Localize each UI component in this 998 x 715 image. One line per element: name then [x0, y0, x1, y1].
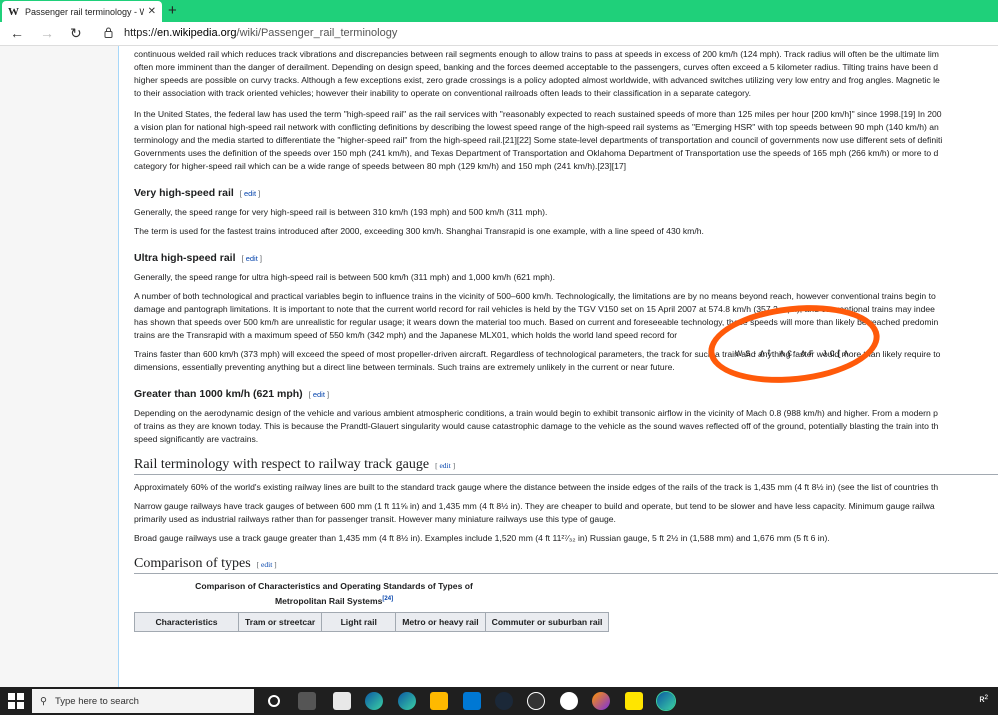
- heading-track-gauge: Rail terminology with respect to railway…: [134, 458, 998, 475]
- table-caption: Comparison of Characteristics and Operat…: [195, 581, 473, 606]
- heading-very-high-speed: Very high-speed rail[ edit ]: [134, 187, 261, 199]
- gt1000-paragraph: Depending on the aerodynamic design of t…: [134, 408, 939, 444]
- comparison-table: Characteristics Tram or streetcar Light …: [134, 611, 610, 632]
- article-body: continuous welded rail which reduces tra…: [118, 46, 998, 687]
- cortana-icon[interactable]: [268, 695, 280, 707]
- windows-start-icon[interactable]: [8, 693, 24, 709]
- heading-comparison: Comparison of types[ edit ]: [134, 557, 998, 574]
- tab-close-icon[interactable]: ✕: [148, 6, 156, 17]
- edit-link[interactable]: edit: [244, 189, 256, 198]
- tab-title: Passenger rail terminology - Wiki: [25, 6, 144, 17]
- back-arrow-icon[interactable]: ←: [10, 25, 24, 41]
- edit-link[interactable]: edit: [246, 254, 258, 263]
- handwritten-scrawl: ᴡꜱ·ᴧt ᴧɛ ᴧꜰ ᴊcʈᴧ: [735, 348, 852, 359]
- system-tray[interactable]: ʀ²: [979, 694, 988, 705]
- uhs-paragraph-2: A number of both technological and pract…: [134, 291, 939, 340]
- heading-ultra-high-speed: Ultra high-speed rail[ edit ]: [134, 252, 262, 264]
- intro-paragraph: continuous welded rail which reduces tra…: [134, 49, 940, 98]
- wikipedia-logo-icon: W: [8, 5, 19, 18]
- sticky-notes-icon[interactable]: [625, 692, 643, 710]
- refresh-icon[interactable]: ↻: [70, 25, 82, 42]
- url-field[interactable]: https://en.wikipedia.org/wiki/Passenger_…: [124, 27, 397, 39]
- forward-arrow-icon[interactable]: →: [40, 25, 54, 41]
- browser-tab-active[interactable]: W Passenger rail terminology - Wiki ✕: [2, 1, 162, 22]
- search-icon: ⚲: [40, 695, 47, 707]
- firefox-icon[interactable]: [592, 692, 610, 710]
- edit-link[interactable]: edit: [439, 461, 450, 470]
- lock-icon: [104, 27, 113, 38]
- gauge-paragraph-2: Narrow gauge railways have track gauges …: [134, 501, 935, 524]
- table-row: Characteristics Tram or streetcar Light …: [134, 611, 610, 632]
- edit-link[interactable]: edit: [261, 560, 272, 569]
- edge-dev-icon[interactable]: [398, 692, 416, 710]
- steam-icon[interactable]: [495, 692, 513, 710]
- browser-tab-bar: W Passenger rail terminology - Wiki ✕ +: [0, 0, 998, 22]
- us-paragraph: In the United States, the federal law ha…: [134, 109, 943, 171]
- file-explorer-icon[interactable]: [430, 692, 448, 710]
- app-icon[interactable]: [527, 692, 545, 710]
- page-viewport: continuous welded rail which reduces tra…: [0, 46, 998, 687]
- mail-icon[interactable]: [333, 692, 351, 710]
- edit-link[interactable]: edit: [313, 390, 325, 399]
- edge-icon[interactable]: [365, 692, 383, 710]
- edge-canary-icon[interactable]: [656, 691, 676, 711]
- taskbar-search-box[interactable]: ⚲ Type here to search: [32, 689, 254, 713]
- heading-greater-than-1000: Greater than 1000 km/h (621 mph)[ edit ]: [134, 388, 330, 400]
- uhs-paragraph-3: Trains faster than 600 km/h (373 mph) wi…: [134, 349, 941, 372]
- task-view-icon[interactable]: [298, 692, 316, 710]
- address-bar-row: ← → ↻ https://en.wikipedia.org/wiki/Pass…: [0, 22, 998, 46]
- new-tab-icon[interactable]: +: [168, 2, 177, 19]
- clock-app-icon[interactable]: [560, 692, 578, 710]
- store-icon[interactable]: [463, 692, 481, 710]
- windows-taskbar: ⚲ Type here to search ʀ²: [0, 687, 998, 715]
